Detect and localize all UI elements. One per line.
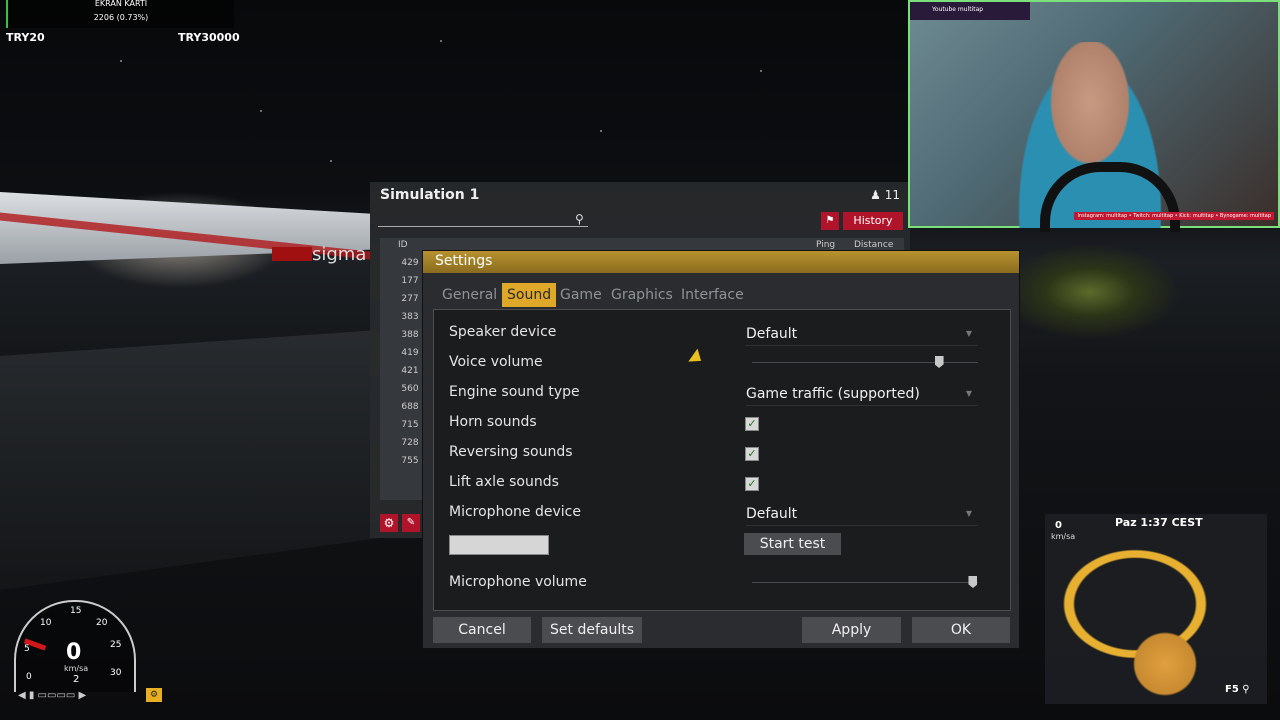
voice-volume-knob[interactable] [934,356,944,368]
webcam-overlay: Youtube multitap Instagram: multitap • T… [908,0,1280,232]
gauge-mark: 20 [96,618,108,628]
engine-warning-icon: ⚙ [146,688,162,702]
speed-unit: km/sa [64,664,89,673]
hud-left-value: TRY20 [6,31,45,44]
column-header-ping: Ping [816,240,836,250]
simulation-title: Simulation 1 [380,187,480,203]
tab-sound[interactable]: Sound [502,283,557,307]
reversing-sounds-label: Reversing sounds [449,444,573,460]
nametag-badge [272,247,312,261]
search-input[interactable] [378,226,588,227]
speaker-device-label: Speaker device [449,324,557,340]
hud-title: EKRAN KARTI [94,0,148,8]
star [120,60,122,62]
chevron-down-icon: ▼ [965,329,972,338]
ok-button[interactable]: OK [912,617,1010,643]
map-zoom-hint[interactable]: F5 ⚲ [1225,684,1250,695]
tab-interface[interactable]: Interface [676,283,749,307]
gauge-mark: 0 [26,672,32,682]
gauge-mark: 5 [24,644,30,654]
star [440,40,442,42]
cancel-button[interactable]: Cancel [433,617,531,643]
horn-sounds-checkbox[interactable]: ✓ [745,417,759,431]
gauge-mark: 30 [110,668,122,678]
voice-volume-slider[interactable] [752,356,978,368]
microphone-volume-slider[interactable] [752,576,978,588]
column-header-distance: Distance [854,240,894,250]
apply-button[interactable]: Apply [802,617,901,643]
hud-right-value: TRY30000 [178,31,240,44]
tab-game[interactable]: Game [555,283,607,307]
trees [1020,232,1280,392]
gauge-mark: 10 [40,618,52,628]
dashboard-indicators: ◀ ▮ ▭▭▭▭ ▶ [18,690,87,701]
report-icon[interactable]: ✎ [402,514,420,532]
gear-indicator: 2 [73,674,80,685]
chevron-down-icon: ▼ [965,509,972,518]
speaker-device-value: Default [746,326,798,342]
star [760,70,762,72]
search-icon[interactable]: ⚲ [575,212,584,226]
star [600,130,602,132]
player-count: ♟ 11 [870,188,900,202]
map-speed: 0 [1055,520,1062,531]
engine-sound-type-select[interactable]: Game traffic (supported) ▼ [746,383,978,406]
map-roads [1045,544,1267,704]
chevron-down-icon: ▼ [965,389,972,398]
speed-value: 0 [66,640,82,665]
hud-progress-box: EKRAN KARTI 2206 (0.73%) [6,0,234,28]
player-nametag: sigma [312,244,367,265]
gear-icon[interactable]: ⚙ [380,514,398,532]
tab-graphics[interactable]: Graphics [606,283,678,307]
engine-sound-type-label: Engine sound type [449,384,580,400]
channel-label: Youtube multitap [932,6,984,13]
lift-axle-sounds-checkbox[interactable]: ✓ [745,477,759,491]
settings-dialog: Settings General Sound Game Graphics Int… [422,250,1020,649]
gauge-mark: 25 [110,640,122,650]
game-clock: Paz 1:37 CEST [1115,516,1203,529]
voice-volume-label: Voice volume [449,354,543,370]
map-key-label: F5 [1225,684,1239,695]
microphone-volume-label: Microphone volume [449,574,587,590]
horn-sounds-label: Horn sounds [449,414,537,430]
microphone-device-label: Microphone device [449,504,581,520]
tab-general[interactable]: General [437,283,502,307]
hud-progress-text: 2206 (0.73%) [93,13,149,22]
set-defaults-button[interactable]: Set defaults [542,617,642,643]
history-button[interactable]: History [843,212,903,230]
minimap: 0 km/sa Paz 1:37 CEST F5 ⚲ [1045,514,1267,704]
settings-header[interactable]: Settings [423,251,1019,273]
reversing-sounds-checkbox[interactable]: ✓ [745,447,759,461]
microphone-level-meter [449,535,549,555]
search-icon: ⚲ [1242,684,1250,695]
microphone-device-value: Default [746,506,798,522]
engine-sound-type-value: Game traffic (supported) [746,386,920,402]
column-header-id: ID [398,240,408,250]
speaker-device-select[interactable]: Default ▼ [746,323,978,346]
player-count-value: 11 [884,188,900,202]
start-test-button[interactable]: Start test [744,533,841,555]
flag-icon[interactable]: ⚑ [821,212,839,230]
star [330,160,332,162]
gauge-mark: 15 [70,606,82,616]
social-handles: Instagram: multitap • Twitch: multitap •… [1074,212,1274,220]
lift-axle-sounds-label: Lift axle sounds [449,474,559,490]
microphone-device-select[interactable]: Default ▼ [746,503,978,526]
map-speed-unit: km/sa [1051,532,1076,541]
star [260,110,262,112]
microphone-volume-knob[interactable] [968,576,978,588]
settings-title: Settings [435,253,493,269]
sound-settings-panel: Speaker device Default ▼ Voice volume Eng… [433,309,1011,611]
